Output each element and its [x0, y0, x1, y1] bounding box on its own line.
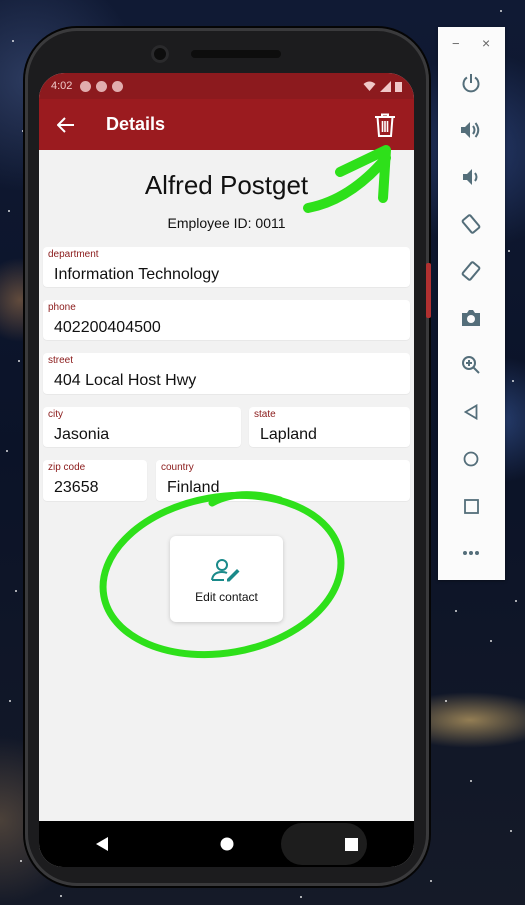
- front-camera: [151, 45, 169, 63]
- status-time: 4:02: [51, 80, 73, 92]
- arrow-left-icon: [57, 116, 74, 133]
- square-recents-icon: [345, 837, 358, 851]
- edit-contact-label: Edit contact: [195, 590, 258, 604]
- more-button[interactable]: [458, 540, 484, 566]
- wifi-icon: [363, 81, 376, 91]
- volume-down-button[interactable]: [458, 164, 484, 190]
- power-side-button[interactable]: [426, 263, 431, 318]
- city-field[interactable]: city Jasonia: [43, 407, 241, 447]
- rotate-left-icon: [461, 214, 481, 234]
- back-button[interactable]: [41, 99, 91, 150]
- triangle-back-icon: [95, 837, 108, 851]
- field-value: 404 Local Host Hwy: [54, 372, 197, 389]
- notification-icon: [80, 80, 92, 92]
- home-icon: [463, 451, 479, 467]
- field-value: Finland: [167, 479, 220, 496]
- field-label: department: [48, 249, 99, 260]
- trash-icon: [375, 113, 395, 137]
- battery-icon: [395, 81, 402, 92]
- close-button[interactable]: ×: [482, 35, 490, 51]
- status-icons: [363, 80, 402, 92]
- notification-icon: [112, 80, 124, 92]
- emulator-toolbar: − ×: [438, 27, 505, 580]
- field-label: phone: [48, 302, 76, 313]
- field-value: Jasonia: [54, 426, 110, 443]
- field-label: zip code: [48, 462, 86, 473]
- field-value: 23658: [54, 479, 99, 496]
- earpiece-speaker: [191, 50, 281, 58]
- field-label: city: [48, 409, 63, 420]
- field-value: Lapland: [260, 426, 317, 443]
- volume-up-icon: [461, 122, 480, 138]
- nav-home-button[interactable]: [207, 824, 247, 864]
- phone-field[interactable]: phone 402200404500: [43, 300, 410, 340]
- power-icon: [462, 74, 480, 93]
- rotate-right-icon: [461, 261, 481, 281]
- notification-icon: [96, 80, 108, 92]
- status-bar: 4:02: [39, 73, 414, 99]
- street-field[interactable]: street 404 Local Host Hwy: [43, 353, 410, 394]
- field-value: 402200404500: [54, 319, 161, 336]
- field-label: street: [48, 355, 74, 366]
- zip-code-field[interactable]: zip code 23658: [43, 460, 147, 501]
- zoom-button[interactable]: [458, 352, 484, 378]
- page-title: Details: [106, 114, 166, 134]
- phone-screen: 4:02 Details Alfred Postget Employee ID:…: [39, 73, 414, 867]
- field-value: Information Technology: [54, 266, 220, 283]
- rotate-left-button[interactable]: [458, 211, 484, 237]
- power-button[interactable]: [458, 70, 484, 96]
- back-icon: [464, 404, 478, 420]
- overview-icon: [463, 498, 479, 514]
- minimize-button[interactable]: −: [452, 36, 460, 51]
- app-bar: Details: [39, 99, 414, 150]
- system-nav-bar: [39, 821, 414, 867]
- zoom-icon: [462, 356, 480, 374]
- nav-recents-button[interactable]: [332, 824, 372, 864]
- state-field[interactable]: state Lapland: [249, 407, 410, 447]
- circle-home-icon: [220, 837, 233, 851]
- toolbar-window-controls: − ×: [438, 35, 505, 52]
- more-icon: [463, 551, 479, 555]
- nav-back-button[interactable]: [82, 824, 122, 864]
- country-field[interactable]: country Finland: [156, 460, 410, 501]
- camera-icon: [462, 310, 480, 326]
- employee-id: Employee ID: 0011: [167, 215, 286, 231]
- screenshot-button[interactable]: [458, 305, 484, 331]
- volume-down-icon: [463, 169, 478, 185]
- volume-up-button[interactable]: [458, 117, 484, 143]
- overview-button[interactable]: [458, 493, 484, 519]
- contact-name: Alfred Postget: [144, 170, 309, 200]
- person-edit-icon: [211, 559, 240, 582]
- back-button[interactable]: [458, 399, 484, 425]
- rotate-right-button[interactable]: [458, 258, 484, 284]
- edit-contact-button[interactable]: Edit contact: [170, 536, 283, 622]
- delete-button[interactable]: [361, 99, 409, 150]
- department-field[interactable]: department Information Technology: [43, 247, 410, 287]
- signal-icon: [380, 80, 391, 92]
- home-button[interactable]: [458, 446, 484, 472]
- field-label: country: [161, 462, 194, 473]
- field-label: state: [254, 409, 276, 420]
